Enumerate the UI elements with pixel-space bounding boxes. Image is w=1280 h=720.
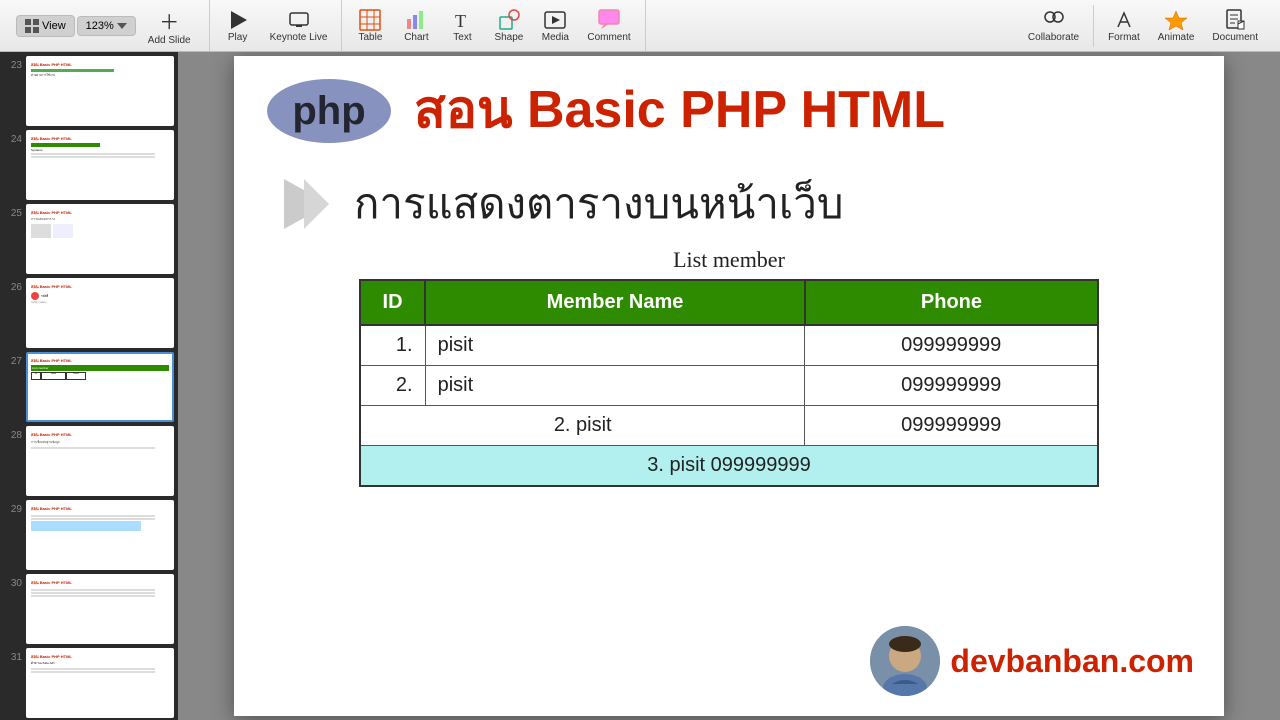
site-name: devbanban.com: [950, 643, 1194, 680]
slide-25[interactable]: 25 สอน Basic PHP HTML การแสดงตาราง: [4, 204, 174, 274]
collaborate-label: Collaborate: [1028, 32, 1079, 43]
insert-group: Table Chart T Text Shape: [342, 0, 645, 51]
collaborate-button[interactable]: Collaborate: [1020, 5, 1087, 47]
php-logo: php: [264, 76, 394, 146]
slide-footer: devbanban.com: [870, 626, 1194, 696]
comment-button[interactable]: Comment: [579, 5, 638, 47]
row1-id: 1.: [360, 325, 425, 366]
add-slide-button[interactable]: ＋ Add Slide: [138, 2, 201, 50]
slide-subtitle: การแสดงตารางบนหน้าเว็บ: [354, 171, 844, 237]
row4-full-merged: 3. pisit 099999999: [360, 446, 1098, 487]
collaborate-group: Collaborate: [1014, 5, 1094, 47]
data-table: ID Member Name Phone 1. pisit 099999999 …: [359, 279, 1099, 487]
row2-name: pisit: [425, 366, 805, 406]
avatar: [870, 626, 940, 696]
toolbar: View 123% ＋ Add Slide Play Keynote Live: [0, 0, 1280, 52]
col-member-name: Member Name: [425, 280, 805, 325]
chevron-down-icon: [117, 23, 127, 29]
keynote-live-icon: [288, 9, 310, 31]
add-slide-label: Add Slide: [148, 35, 191, 46]
slide-title: สอน Basic PHP HTML: [414, 82, 945, 139]
animate-icon: [1165, 9, 1187, 31]
slide-27-thumb[interactable]: 27 สอน Basic PHP HTML List member ID Nam…: [4, 352, 174, 422]
collaborate-icon: [1042, 9, 1064, 31]
slide-28[interactable]: 28 สอน Basic PHP HTML การเชื่อมต่อฐานข้อ…: [4, 426, 174, 496]
row3-merged-name: 2. pisit: [360, 406, 805, 446]
keynote-live-label: Keynote Live: [270, 32, 328, 43]
text-label: Text: [453, 32, 471, 43]
shape-label: Shape: [494, 32, 523, 43]
svg-text:php: php: [292, 89, 365, 133]
shape-icon: [498, 9, 520, 31]
play-group: Play Keynote Live: [210, 0, 343, 51]
zoom-button[interactable]: 123%: [77, 16, 136, 36]
media-label: Media: [542, 32, 569, 43]
slide-header: php สอน Basic PHP HTML: [234, 56, 1224, 156]
document-label: Document: [1212, 32, 1258, 43]
format-label: Format: [1108, 32, 1140, 43]
table-row-2: 2. pisit 099999999: [360, 366, 1098, 406]
table-row-3: 2. pisit 099999999: [360, 406, 1098, 446]
row2-phone: 099999999: [805, 366, 1098, 406]
shape-button[interactable]: Shape: [486, 5, 531, 47]
table-header-row: ID Member Name Phone: [360, 280, 1098, 325]
format-animate-group: Format Animate Document: [1094, 5, 1272, 47]
media-button[interactable]: Media: [533, 5, 577, 47]
table-row-4: 3. pisit 099999999: [360, 446, 1098, 487]
play-button[interactable]: Play: [216, 5, 260, 47]
view-button[interactable]: View: [16, 15, 75, 37]
toolbar-view-zoom-group: View 123% ＋ Add Slide: [8, 0, 210, 51]
format-icon: [1113, 9, 1135, 31]
view-label: View: [42, 20, 66, 32]
slide-30[interactable]: 30 สอน Basic PHP HTML: [4, 574, 174, 644]
animate-button[interactable]: Animate: [1150, 5, 1203, 47]
table-section: List member ID Member Name Phone 1. pisi…: [234, 247, 1224, 487]
chart-label: Chart: [404, 32, 428, 43]
play-icon: [227, 9, 249, 31]
keynote-live-button[interactable]: Keynote Live: [262, 5, 336, 47]
col-phone: Phone: [805, 280, 1098, 325]
document-button[interactable]: Document: [1204, 5, 1266, 47]
table-caption: List member: [264, 247, 1194, 273]
play-icon-large: [274, 174, 334, 234]
slide-panel[interactable]: 23 สอน Basic PHP HTML ตัวอย่างการใช้งาน …: [0, 52, 178, 720]
slide-26[interactable]: 26 สอน Basic PHP HTML รหัสสี color codes: [4, 278, 174, 348]
row3-phone: 099999999: [805, 406, 1098, 446]
table-icon: [359, 9, 381, 31]
svg-text:T: T: [455, 11, 466, 31]
slide-23[interactable]: 23 สอน Basic PHP HTML ตัวอย่างการใช้งาน: [4, 56, 174, 126]
slide-24[interactable]: 24 สอน Basic PHP HTML Systems: [4, 130, 174, 200]
toolbar-right: Collaborate Format Animate: [1014, 5, 1272, 47]
canvas-area: php สอน Basic PHP HTML การแสดงตารางบนหน้…: [178, 52, 1280, 720]
slide-31[interactable]: 31 สอน Basic PHP HTML ด้วย YouTube API: [4, 648, 174, 718]
chart-icon: [405, 9, 427, 31]
format-button[interactable]: Format: [1100, 5, 1148, 47]
row1-phone: 099999999: [805, 325, 1098, 366]
plus-icon: ＋: [159, 6, 179, 35]
col-id: ID: [360, 280, 425, 325]
slide-canvas: php สอน Basic PHP HTML การแสดงตารางบนหน้…: [234, 56, 1224, 716]
text-icon: T: [451, 9, 473, 31]
row1-name: pisit: [425, 325, 805, 366]
play-label: Play: [228, 32, 247, 43]
zoom-label: 123%: [86, 20, 114, 32]
row2-id: 2.: [360, 366, 425, 406]
media-icon: [544, 9, 566, 31]
view-icon: [25, 19, 39, 33]
table-label: Table: [358, 32, 382, 43]
comment-label: Comment: [587, 32, 630, 43]
slide-29[interactable]: 29 สอน Basic PHP HTML: [4, 500, 174, 570]
text-button[interactable]: T Text: [440, 5, 484, 47]
document-icon: [1224, 9, 1246, 31]
table-row-1: 1. pisit 099999999: [360, 325, 1098, 366]
subtitle-row: การแสดงตารางบนหน้าเว็บ: [234, 156, 1224, 247]
table-button[interactable]: Table: [348, 5, 392, 47]
chart-button[interactable]: Chart: [394, 5, 438, 47]
main-area: 23 สอน Basic PHP HTML ตัวอย่างการใช้งาน …: [0, 52, 1280, 720]
comment-icon: [598, 9, 620, 31]
animate-label: Animate: [1158, 32, 1195, 43]
